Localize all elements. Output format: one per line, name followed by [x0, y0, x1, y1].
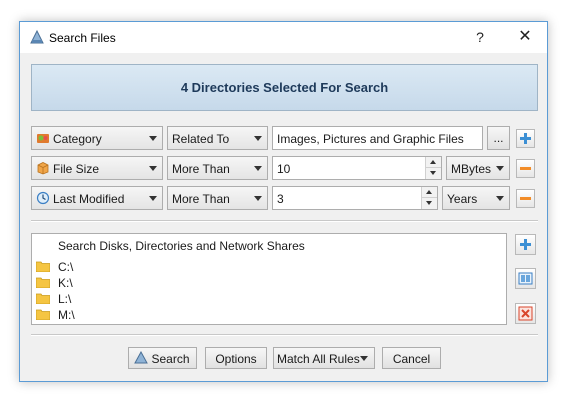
- rule-2-field-combo[interactable]: File Size: [31, 156, 163, 180]
- rule-1-operator-label: Related To: [172, 132, 230, 146]
- options-button-label: Options: [215, 352, 257, 366]
- folder-icon: [36, 293, 50, 304]
- remove-rule-button[interactable]: [516, 189, 535, 208]
- add-location-button[interactable]: [515, 234, 536, 255]
- selection-summary-panel: 4 Directories Selected For Search: [31, 64, 538, 111]
- plus-icon: [520, 133, 531, 144]
- options-button[interactable]: Options: [205, 347, 267, 369]
- delete-icon: [518, 306, 533, 321]
- rule-3-operator-combo[interactable]: More Than: [167, 186, 268, 210]
- match-mode-label: Match All Rules: [277, 352, 360, 366]
- chevron-down-icon: [496, 166, 504, 171]
- chevron-down-icon: [254, 166, 262, 171]
- list-item-label: C:\: [58, 260, 74, 274]
- rule-3-value-spinbox[interactable]: 3: [272, 186, 438, 210]
- clock-icon: [36, 191, 50, 205]
- chevron-down-icon: [149, 196, 157, 201]
- cancel-button-label: Cancel: [392, 352, 431, 366]
- rule-2-unit-label: MBytes: [451, 162, 492, 176]
- search-files-app-icon: [30, 29, 44, 44]
- rule-2-unit-combo[interactable]: MBytes: [446, 156, 510, 180]
- spin-buttons[interactable]: [421, 187, 437, 209]
- search-button-label: Search: [151, 352, 190, 366]
- folder-icon: [36, 309, 50, 320]
- close-button[interactable]: ✕: [515, 27, 535, 47]
- window-title: Search Files: [49, 31, 116, 45]
- chevron-down-icon: [496, 196, 504, 201]
- rule-3-field-label: Last Modified: [53, 192, 125, 206]
- locations-list[interactable]: Search Disks, Directories and Network Sh…: [31, 233, 507, 325]
- minus-icon: [520, 197, 531, 200]
- spin-down-icon[interactable]: [426, 201, 432, 205]
- spin-up-icon[interactable]: [426, 190, 432, 194]
- rule-3-field-combo[interactable]: Last Modified: [31, 186, 163, 210]
- chevron-down-icon: [254, 196, 262, 201]
- chevron-down-icon: [149, 166, 157, 171]
- minus-icon: [520, 167, 531, 170]
- browse-categories-button[interactable]: ...: [487, 126, 510, 150]
- rule-2-field-label: File Size: [53, 162, 100, 176]
- rule-1-value-text: Images, Pictures and Graphic Files: [277, 132, 464, 146]
- selection-summary-text: 4 Directories Selected For Search: [180, 80, 389, 95]
- spin-buttons[interactable]: [425, 157, 441, 179]
- rule-2-operator-combo[interactable]: More Than: [167, 156, 268, 180]
- rule-1-field-combo[interactable]: Category: [31, 126, 163, 150]
- match-mode-dropdown[interactable]: Match All Rules: [273, 347, 375, 369]
- spin-up-icon[interactable]: [430, 160, 436, 164]
- folder-icon: [36, 261, 50, 272]
- rule-2-value-spinbox[interactable]: 10: [272, 156, 442, 180]
- title-bar: Search Files ? ✕: [20, 22, 547, 53]
- spin-down-icon[interactable]: [430, 171, 436, 175]
- divider: [31, 220, 538, 222]
- plus-icon: [520, 239, 531, 250]
- locations-list-header: Search Disks, Directories and Network Sh…: [58, 239, 305, 253]
- rule-1-value-field[interactable]: Images, Pictures and Graphic Files: [272, 126, 483, 150]
- remove-location-button[interactable]: [515, 303, 536, 324]
- select-locations-button[interactable]: [515, 268, 536, 289]
- chevron-down-icon: [149, 136, 157, 141]
- category-icon: [37, 134, 49, 143]
- list-item-label: L:\: [58, 292, 72, 306]
- browse-button-label: ...: [493, 131, 504, 145]
- rule-3-unit-label: Years: [447, 192, 478, 206]
- remove-rule-button[interactable]: [516, 159, 535, 178]
- list-item-label: K:\: [58, 276, 73, 290]
- rule-3-value-text: 3: [277, 192, 284, 206]
- rule-3-operator-label: More Than: [172, 192, 230, 206]
- search-files-dialog: Search Files ? ✕ 4 Directories Selected …: [19, 21, 548, 382]
- add-rule-button[interactable]: [516, 129, 535, 148]
- chevron-down-icon: [254, 136, 262, 141]
- divider: [31, 334, 538, 336]
- rule-1-operator-combo[interactable]: Related To: [167, 126, 268, 150]
- chevron-down-icon: [360, 356, 368, 361]
- folder-icon: [36, 277, 50, 288]
- cancel-button[interactable]: Cancel: [382, 347, 441, 369]
- rule-1-field-label: Category: [53, 132, 102, 146]
- rule-2-operator-label: More Than: [172, 162, 230, 176]
- rule-3-unit-combo[interactable]: Years: [442, 186, 510, 210]
- box-icon: [37, 162, 49, 175]
- columns-icon: [518, 272, 533, 285]
- list-item-label: M:\: [58, 308, 75, 322]
- rule-2-value-text: 10: [277, 162, 291, 176]
- help-button[interactable]: ?: [472, 27, 488, 47]
- search-button[interactable]: Search: [128, 347, 197, 369]
